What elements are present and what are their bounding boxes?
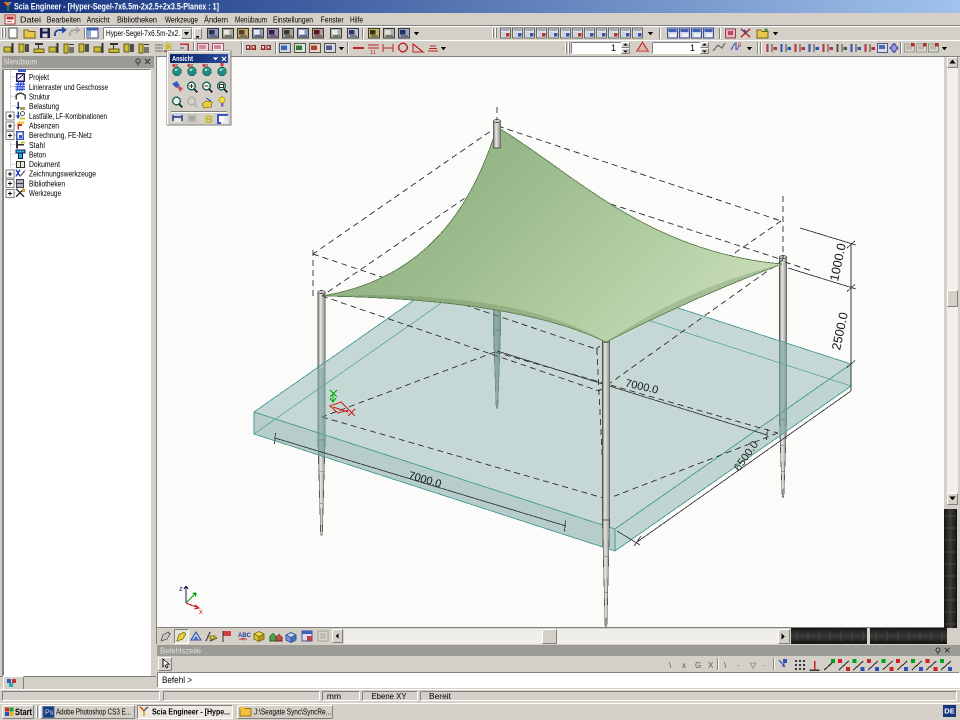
svg-text:Ebene XY: Ebene XY — [372, 691, 407, 701]
svg-text:1: 1 — [690, 43, 695, 53]
svg-text:▽: ▽ — [750, 661, 757, 670]
svg-text:Scia Engineer - [Hype...: Scia Engineer - [Hype... — [152, 707, 230, 717]
svg-text:Lastfälle, LF-Kombinationen: Lastfälle, LF-Kombinationen — [29, 111, 107, 121]
svg-text:Hilfe: Hilfe — [350, 15, 363, 25]
svg-text:1: 1 — [611, 43, 616, 53]
svg-text:Menübaum: Menübaum — [4, 57, 37, 67]
svg-text:Start: Start — [15, 707, 33, 718]
svg-text:Belastung: Belastung — [29, 101, 59, 111]
svg-text:Projekt: Projekt — [29, 72, 49, 82]
svg-text:Linienraster und Geschosse: Linienraster und Geschosse — [29, 82, 108, 92]
svg-text:Befehl >: Befehl > — [162, 675, 192, 685]
svg-text:Ps: Ps — [45, 710, 54, 717]
svg-text:Adobe Photoshop CS3 E...: Adobe Photoshop CS3 E... — [56, 707, 131, 717]
svg-text:Bibliotheken: Bibliotheken — [117, 15, 157, 25]
svg-text:Werkzeuge: Werkzeuge — [29, 188, 61, 198]
svg-text:z: z — [179, 584, 183, 593]
svg-text:J:\Seagate Sync\SyncRe...: J:\Seagate Sync\SyncRe... — [254, 707, 331, 717]
svg-text:Bibliotheken: Bibliotheken — [29, 178, 65, 188]
svg-text:Hyper-Segel-7x6.5m-2x2.: Hyper-Segel-7x6.5m-2x2. — [106, 29, 180, 38]
svg-text:Struktur: Struktur — [29, 92, 50, 102]
svg-text:Menübaum: Menübaum — [235, 15, 267, 25]
svg-text:Ändern: Ändern — [204, 15, 228, 25]
svg-text:·: · — [737, 661, 740, 670]
svg-text:Bearbeiten: Bearbeiten — [47, 15, 81, 25]
svg-text:X: X — [708, 661, 714, 670]
svg-text:G: G — [695, 661, 701, 670]
svg-text:Datei: Datei — [20, 15, 41, 25]
svg-text:Ansicht: Ansicht — [87, 15, 111, 25]
svg-text:x: x — [682, 661, 686, 670]
svg-text:mm: mm — [327, 691, 341, 701]
svg-text:Zeichnungswerkzeuge: Zeichnungswerkzeuge — [29, 169, 96, 179]
svg-text:Einstellungen: Einstellungen — [273, 15, 313, 25]
svg-text:B: B — [205, 114, 213, 126]
svg-text:11: 11 — [370, 50, 376, 56]
svg-text:Absenzen: Absenzen — [29, 120, 59, 130]
svg-text:Ansicht: Ansicht — [172, 54, 193, 63]
svg-text:ABC: ABC — [238, 633, 252, 639]
svg-text:Werkzeuge: Werkzeuge — [165, 15, 198, 25]
svg-text:Befehlszeile: Befehlszeile — [160, 647, 202, 656]
svg-text:Fenster: Fenster — [321, 15, 344, 25]
svg-text:Dokument: Dokument — [29, 159, 60, 169]
svg-text:Scia Engineer - [Hyper-Segel-7: Scia Engineer - [Hyper-Segel-7x6.5m-2x2.… — [14, 2, 219, 12]
svg-text:Bereit: Bereit — [429, 691, 452, 701]
svg-text:Beton: Beton — [29, 149, 46, 159]
svg-text:Stahl: Stahl — [29, 140, 45, 150]
svg-text:Berechnung, FE-Netz: Berechnung, FE-Netz — [29, 130, 92, 140]
svg-text:x: x — [199, 607, 203, 616]
svg-text:·: · — [763, 661, 766, 670]
svg-text:DE: DE — [944, 707, 954, 716]
